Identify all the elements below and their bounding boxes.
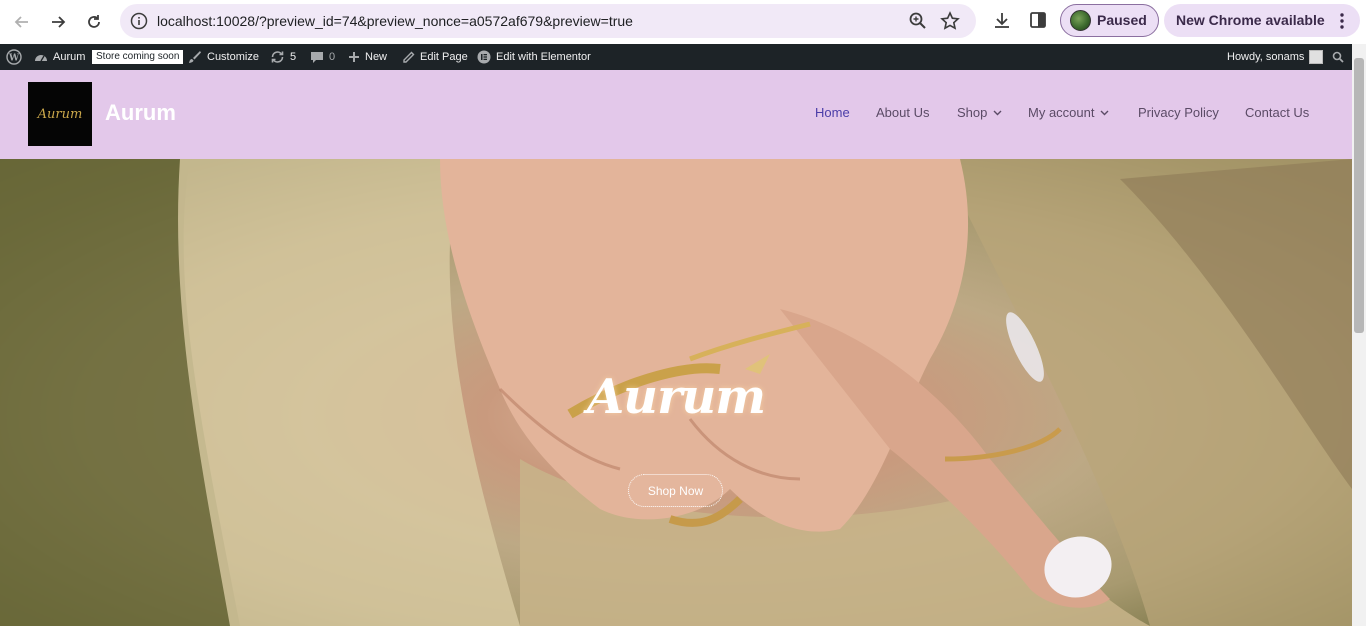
update-label: New Chrome available: [1176, 12, 1325, 28]
arrow-right-icon: [52, 16, 66, 28]
arrow-left-icon: [14, 16, 28, 28]
download-icon[interactable]: [992, 10, 1012, 30]
menu-item-my-account[interactable]: My account: [1028, 105, 1109, 120]
wp-new-content[interactable]: New: [348, 44, 387, 70]
logo-text: Aurum: [37, 106, 83, 122]
wp-edit-page[interactable]: Edit Page: [402, 44, 468, 70]
wp-logo-menu[interactable]: W: [6, 44, 22, 70]
chevron-down-icon: [1100, 110, 1109, 115]
page-scrollbar[interactable]: [1352, 44, 1366, 626]
dashboard-icon: [34, 50, 48, 64]
paused-label: Paused: [1097, 12, 1147, 28]
menu-item-home[interactable]: Home: [815, 105, 850, 120]
menu-item-contact-us[interactable]: Contact Us: [1245, 105, 1309, 120]
kebab-menu-icon: [1340, 13, 1344, 29]
address-bar[interactable]: localhost:10028/?preview_id=74&preview_n…: [120, 4, 976, 38]
side-panel-icon[interactable]: [1028, 10, 1048, 30]
menu-item-label: Shop: [957, 105, 988, 120]
update-chrome-button[interactable]: New Chrome available: [1164, 4, 1360, 37]
site-header: Aurum Aurum Home About Us Shop My accoun…: [0, 70, 1352, 159]
menu-item-label: My account: [1028, 105, 1095, 120]
store-coming-soon-badge[interactable]: Store coming soon: [92, 44, 184, 70]
store-badge-label: Store coming soon: [92, 50, 184, 64]
new-label: New: [365, 51, 388, 63]
menu-item-label: Contact Us: [1245, 105, 1310, 120]
wp-edit-elementor[interactable]: Edit with Elementor: [477, 44, 591, 70]
comment-icon: [310, 50, 324, 64]
customize-label: Customize: [207, 51, 259, 63]
plus-icon: [348, 51, 360, 63]
user-avatar: [1309, 50, 1324, 64]
info-icon[interactable]: [130, 12, 148, 30]
elementor-icon: [477, 50, 491, 64]
bookmark-star-icon[interactable]: [940, 11, 960, 31]
back-button[interactable]: [8, 8, 36, 36]
browser-toolbar: localhost:10028/?preview_id=74&preview_n…: [0, 0, 1366, 44]
shop-now-button[interactable]: Shop Now: [628, 474, 723, 507]
search-icon: [1332, 51, 1344, 63]
menu-item-about-us[interactable]: About Us: [876, 105, 929, 120]
wp-customize[interactable]: Customize: [188, 44, 259, 70]
wp-site-name-label: Aurum: [53, 51, 86, 63]
site-title[interactable]: Aurum: [105, 100, 176, 126]
svg-text:W: W: [8, 54, 20, 64]
menu-item-label: Privacy Policy: [1138, 105, 1219, 120]
menu-item-label: About Us: [876, 105, 930, 120]
updates-count: 5: [290, 51, 297, 63]
wp-updates[interactable]: 5: [270, 44, 296, 70]
wp-comments[interactable]: 0: [310, 44, 335, 70]
wp-admin-bar: W Aurum Store coming soon Customize 5 0 …: [0, 44, 1366, 70]
pencil-icon: [402, 51, 415, 64]
reload-icon: [88, 15, 100, 28]
edit-elementor-label: Edit with Elementor: [496, 51, 591, 63]
edit-page-label: Edit Page: [420, 51, 468, 63]
hero-title: Aurum: [586, 369, 766, 425]
zoom-icon[interactable]: [908, 11, 928, 31]
profile-paused-button[interactable]: Paused: [1060, 4, 1159, 37]
profile-avatar: [1070, 10, 1091, 31]
reload-button[interactable]: [80, 8, 108, 36]
comments-count: 0: [329, 51, 336, 63]
menu-item-label: Home: [815, 105, 850, 120]
chevron-down-icon: [993, 110, 1002, 115]
wp-my-account[interactable]: Howdy, sonams: [1227, 44, 1324, 70]
scrollbar-thumb[interactable]: [1354, 58, 1364, 333]
menu-item-shop[interactable]: Shop: [957, 105, 1002, 120]
wp-site-name[interactable]: Aurum: [34, 44, 85, 70]
forward-button[interactable]: [44, 8, 72, 36]
url-text[interactable]: localhost:10028/?preview_id=74&preview_n…: [157, 4, 633, 38]
site-logo[interactable]: Aurum: [28, 82, 92, 146]
updates-icon: [270, 50, 285, 64]
menu-item-privacy-policy[interactable]: Privacy Policy: [1138, 105, 1219, 120]
brush-icon: [188, 50, 202, 64]
hero-section: Aurum Shop Now: [0, 159, 1352, 626]
wp-search[interactable]: [1332, 44, 1344, 70]
howdy-label: Howdy, sonams: [1227, 51, 1305, 63]
wordpress-icon: W: [6, 49, 22, 65]
